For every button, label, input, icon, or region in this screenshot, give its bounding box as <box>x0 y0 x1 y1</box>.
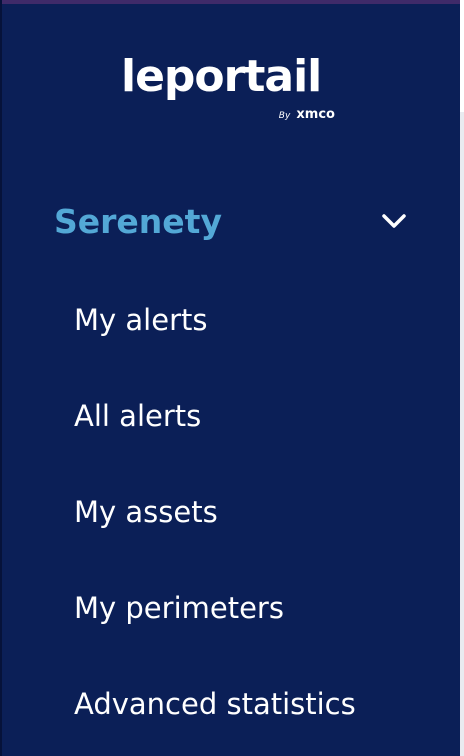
logo-by-text: By <box>278 111 291 121</box>
logo[interactable]: leportail By xmco <box>121 52 339 128</box>
logo-wordmark: leportail <box>121 51 322 102</box>
section-serenety-toggle[interactable]: Serenety <box>54 198 424 248</box>
top-accent-bar <box>0 0 460 4</box>
content-area-edge-shadow <box>460 112 464 756</box>
chevron-down-icon[interactable] <box>381 208 407 234</box>
nav-item-advanced-statistics[interactable]: Advanced statistics <box>74 681 434 727</box>
logo-brand: xmco <box>296 107 335 122</box>
nav-item-my-perimeters[interactable]: My perimeters <box>74 585 434 631</box>
sidebar: leportail By xmco Serenety My alerts All… <box>0 0 460 756</box>
nav-item-all-alerts[interactable]: All alerts <box>74 393 434 439</box>
logo-byline: By xmco <box>279 107 335 124</box>
sidebar-left-edge <box>0 0 2 756</box>
nav-item-my-assets[interactable]: My assets <box>74 489 434 535</box>
section-title: Serenety <box>54 202 222 241</box>
nav-item-my-alerts[interactable]: My alerts <box>74 297 434 343</box>
